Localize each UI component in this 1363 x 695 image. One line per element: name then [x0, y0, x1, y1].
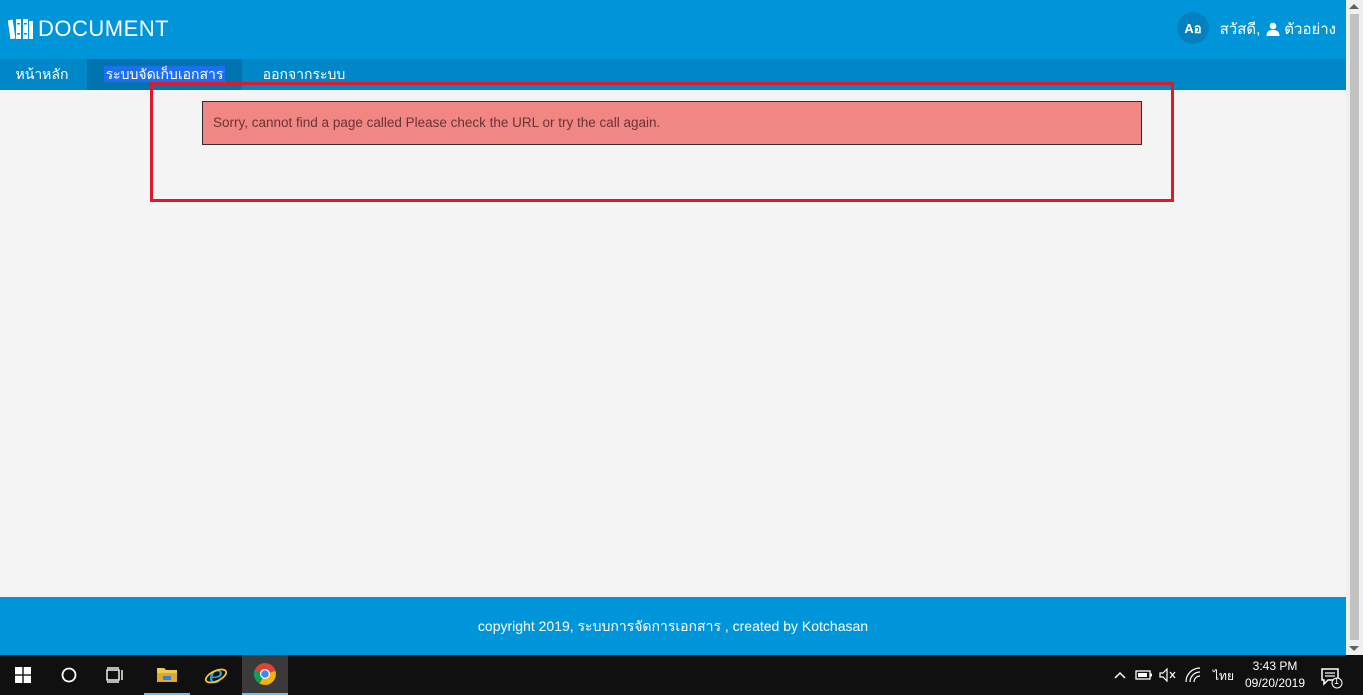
site-logo[interactable]: DOCUMENT — [8, 14, 169, 44]
wifi-icon[interactable] — [1184, 666, 1202, 684]
language-toggle-button[interactable]: Aอ — [1177, 12, 1209, 44]
file-explorer-button[interactable] — [144, 655, 190, 695]
svg-text:e: e — [209, 663, 223, 687]
windows-start-icon — [15, 667, 31, 683]
site-header: DOCUMENT Aอ สวัสดี, ตัวอย่าง — [0, 0, 1346, 59]
task-view-icon — [106, 667, 123, 683]
scrollbar-thumb[interactable] — [1350, 14, 1359, 640]
file-explorer-icon — [157, 668, 177, 682]
task-view-button[interactable] — [92, 655, 138, 695]
scroll-down-arrow-icon[interactable] — [1349, 646, 1359, 651]
input-language-indicator[interactable]: ไทย — [1213, 667, 1234, 686]
notification-icon — [1321, 668, 1343, 689]
scroll-up-arrow-icon[interactable] — [1349, 4, 1359, 9]
nav-item-document-storage-label: ระบบจัดเก็บเอกสาร — [103, 66, 226, 82]
volume-muted-icon[interactable] — [1159, 666, 1177, 684]
clock-time: 3:43 PM — [1252, 659, 1298, 673]
notification-count: 1 — [1334, 676, 1340, 686]
system-clock[interactable]: 3:43 PM 09/20/2019 — [1238, 658, 1312, 692]
username[interactable]: ตัวอย่าง — [1284, 17, 1336, 41]
show-hidden-icons-chevron-icon[interactable] — [1111, 666, 1129, 684]
user-icon — [1266, 22, 1280, 36]
vertical-scrollbar[interactable] — [1346, 0, 1363, 655]
clock-date: 09/20/2019 — [1244, 676, 1306, 690]
internet-explorer-button[interactable]: e — [193, 655, 239, 695]
cortana-circle-icon — [61, 667, 77, 683]
action-center-button[interactable]: 1 — [1318, 663, 1344, 689]
brand-title: DOCUMENT — [38, 16, 170, 41]
battery-icon[interactable] — [1135, 666, 1153, 684]
chrome-button[interactable] — [242, 655, 288, 695]
nav-item-home[interactable]: หน้าหลัก — [0, 59, 84, 90]
internet-explorer-icon: e — [204, 663, 228, 687]
error-alert: Sorry, cannot find a page called Please … — [202, 101, 1142, 145]
browser-page: DOCUMENT Aอ สวัสดี, ตัวอย่าง หน้าหลัก ระ… — [0, 0, 1346, 655]
books-icon — [8, 19, 33, 40]
chrome-icon — [253, 663, 276, 685]
user-menu[interactable]: สวัสดี, ตัวอย่าง — [1220, 17, 1336, 41]
windows-taskbar: e ไทย 3:43 PM 09/20/2019 1 — [0, 655, 1363, 695]
site-footer: copyright 2019, ระบบการจัดการเอกสาร , cr… — [0, 597, 1346, 655]
greeting-text: สวัสดี, — [1219, 21, 1261, 38]
start-button[interactable] — [0, 655, 46, 695]
cortana-button[interactable] — [46, 655, 92, 695]
